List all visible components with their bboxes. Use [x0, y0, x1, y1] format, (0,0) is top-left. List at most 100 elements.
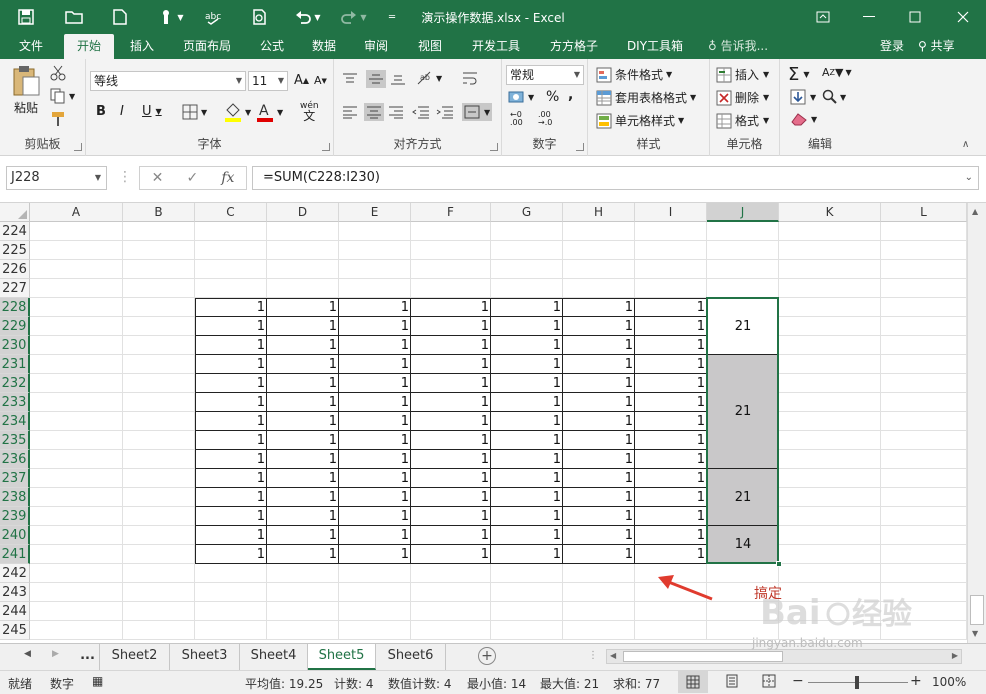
row-header-241[interactable]: 241 [0, 545, 30, 564]
data-cell[interactable]: 1 [267, 374, 339, 393]
scroll-up-icon[interactable]: ▲ [972, 207, 978, 216]
data-cell[interactable]: 1 [635, 545, 707, 564]
copy-icon[interactable]: ▼ [50, 88, 75, 104]
page-break-view-icon[interactable] [762, 674, 776, 691]
data-cell[interactable]: 1 [411, 412, 491, 431]
row-header-234[interactable]: 234 [0, 412, 30, 431]
row-header-244[interactable]: 244 [0, 602, 30, 621]
row-header-245[interactable]: 245 [0, 621, 30, 640]
data-cell[interactable]: 1 [411, 431, 491, 450]
scroll-left-icon[interactable]: ◀ [610, 651, 616, 660]
data-cell[interactable]: 1 [267, 336, 339, 355]
row-header-242[interactable]: 242 [0, 564, 30, 583]
split-handle-icon[interactable]: ⋮ [588, 650, 598, 661]
fill-handle[interactable] [776, 561, 782, 567]
data-cell[interactable]: 1 [563, 431, 635, 450]
row-header-226[interactable]: 226 [0, 260, 30, 279]
row-header-228[interactable]: 228 [0, 298, 30, 317]
data-cell[interactable]: 1 [339, 355, 411, 374]
wrap-text-icon[interactable] [462, 70, 478, 86]
name-box[interactable]: J228 ▼ [6, 166, 107, 190]
data-cell[interactable]: 1 [267, 317, 339, 336]
data-cell[interactable]: 1 [339, 450, 411, 469]
data-cell[interactable]: 1 [339, 393, 411, 412]
align-middle-icon[interactable] [366, 70, 386, 88]
underline-button[interactable]: U ▼ [142, 104, 162, 119]
column-header-c[interactable]: C [195, 203, 267, 222]
align-right-icon[interactable] [388, 105, 404, 119]
row-header-237[interactable]: 237 [0, 469, 30, 488]
data-cell[interactable]: 1 [339, 412, 411, 431]
data-cell[interactable]: 1 [635, 450, 707, 469]
data-cell[interactable]: 1 [635, 488, 707, 507]
comma-style-icon[interactable]: , [568, 87, 573, 103]
format-painter-icon[interactable] [50, 111, 66, 127]
data-cell[interactable]: 1 [267, 298, 339, 317]
data-cell[interactable]: 1 [267, 526, 339, 545]
data-cell[interactable]: 1 [563, 393, 635, 412]
add-sheet-icon[interactable]: + [478, 647, 496, 665]
data-cell[interactable]: 1 [411, 317, 491, 336]
open-folder-icon[interactable] [60, 0, 88, 34]
row-header-235[interactable]: 235 [0, 431, 30, 450]
grow-font-button[interactable]: A ▲ [294, 73, 309, 88]
data-cell[interactable]: 1 [635, 507, 707, 526]
autosum-icon[interactable]: Σ ▼ [788, 64, 810, 85]
zoom-slider-thumb[interactable] [855, 676, 859, 689]
redo-icon[interactable]: ▼ [336, 0, 372, 34]
bold-button[interactable]: B [96, 104, 106, 119]
row-header-230[interactable]: 230 [0, 336, 30, 355]
vertical-scrollbar[interactable]: ▲ ▼ [967, 203, 986, 643]
conditional-formatting-button[interactable]: 条件格式 ▼ [596, 66, 672, 83]
data-cell[interactable]: 1 [339, 545, 411, 564]
tab-scroll-left-icon[interactable]: ◀ [24, 649, 31, 659]
cell-styles-button[interactable]: 单元格样式 ▼ [596, 112, 684, 129]
column-header-b[interactable]: B [123, 203, 195, 222]
row-header-225[interactable]: 225 [0, 241, 30, 260]
column-header-f[interactable]: F [411, 203, 491, 222]
data-cell[interactable]: 1 [635, 469, 707, 488]
data-cell[interactable]: 1 [491, 545, 563, 564]
data-cell[interactable]: 1 [491, 507, 563, 526]
row-header-229[interactable]: 229 [0, 317, 30, 336]
data-cell[interactable]: 1 [195, 336, 267, 355]
data-cell[interactable]: 1 [267, 355, 339, 374]
zoom-level[interactable]: 100% [932, 675, 966, 689]
data-cell[interactable]: 1 [563, 355, 635, 374]
data-cell[interactable]: 1 [267, 450, 339, 469]
sheet-tab-4[interactable]: Sheet4 [240, 644, 308, 670]
column-header-a[interactable]: A [30, 203, 123, 222]
formula-input[interactable]: =SUM(C228:I230) ⌄ [252, 166, 979, 190]
minimize-icon[interactable] [846, 0, 892, 34]
column-header-d[interactable]: D [267, 203, 339, 222]
column-header-k[interactable]: K [779, 203, 881, 222]
data-cell[interactable]: 1 [491, 431, 563, 450]
alignment-launcher-icon[interactable] [490, 143, 498, 151]
data-cell[interactable]: 1 [339, 298, 411, 317]
tab-file[interactable]: 文件 [8, 34, 54, 59]
tab-formulas[interactable]: 公式 [250, 34, 294, 59]
format-cells-button[interactable]: 格式 ▼ [716, 112, 769, 129]
data-cell[interactable]: 1 [267, 469, 339, 488]
data-cell[interactable]: 1 [635, 431, 707, 450]
collapse-ribbon-icon[interactable]: ∧ [962, 139, 969, 150]
number-launcher-icon[interactable] [576, 143, 584, 151]
data-cell[interactable]: 1 [195, 374, 267, 393]
row-header-239[interactable]: 239 [0, 507, 30, 526]
data-cell[interactable]: 1 [563, 450, 635, 469]
sheet-tab-6[interactable]: Sheet6 [376, 644, 446, 670]
column-header-h[interactable]: H [563, 203, 635, 222]
horizontal-scroll-thumb[interactable] [623, 651, 783, 662]
find-select-icon[interactable]: ▼ [822, 89, 846, 105]
data-cell[interactable]: 1 [267, 488, 339, 507]
macro-record-icon[interactable]: ▦ [92, 674, 103, 688]
data-cell[interactable]: 1 [411, 374, 491, 393]
data-cell[interactable]: 1 [339, 317, 411, 336]
data-cell[interactable]: 1 [195, 412, 267, 431]
data-cell[interactable]: 1 [411, 393, 491, 412]
clipboard-launcher-icon[interactable] [74, 143, 82, 151]
data-cell[interactable]: 1 [635, 412, 707, 431]
data-cell[interactable]: 1 [491, 469, 563, 488]
undo-icon[interactable]: ▼ [290, 0, 326, 34]
data-cell[interactable]: 1 [563, 545, 635, 564]
